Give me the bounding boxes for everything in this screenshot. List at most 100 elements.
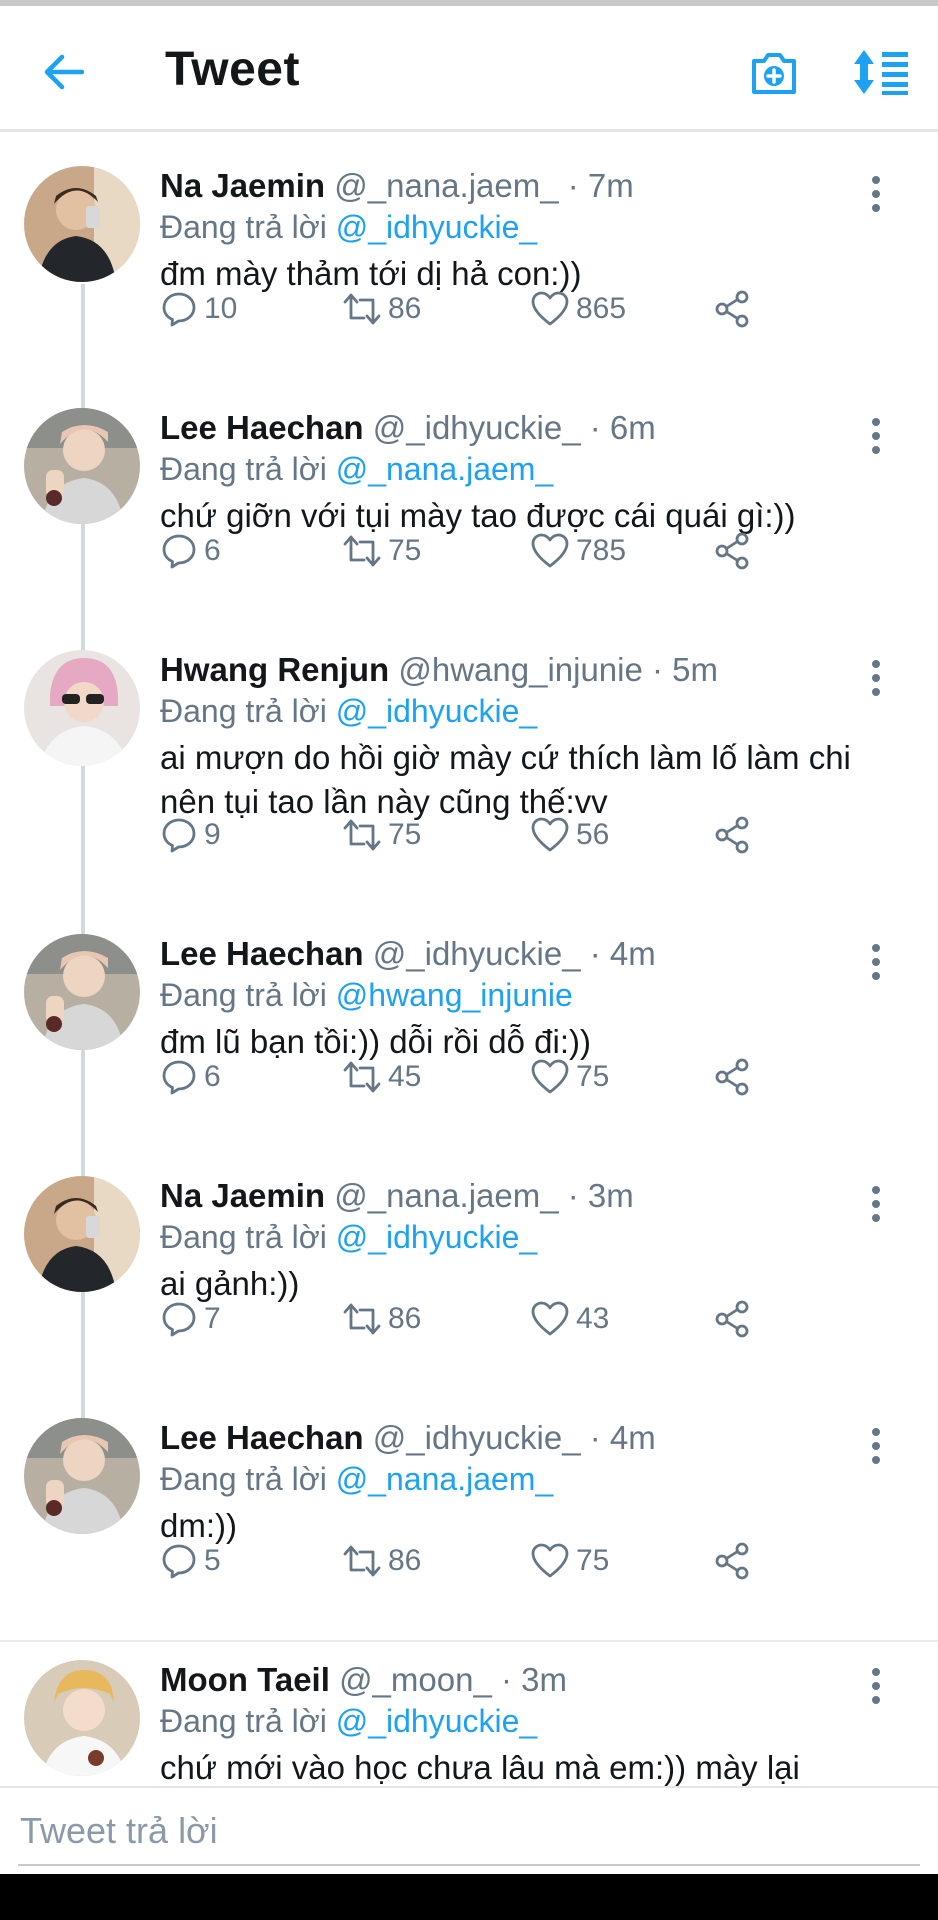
reply-button[interactable]: 9 — [160, 812, 221, 858]
reply-count: 7 — [204, 1302, 221, 1335]
sort-button[interactable] — [852, 46, 912, 98]
author-handle: @_nana.jaem_ · 7m — [334, 167, 634, 204]
author-name[interactable]: Lee Haechan — [160, 1419, 364, 1456]
replying-to-label: Đang trả lời — [160, 1219, 327, 1255]
retweet-button[interactable]: 75 — [342, 528, 421, 574]
reply-button[interactable]: 5 — [160, 1538, 221, 1584]
tweet-item[interactable]: Hwang Renjun @hwang_injunie · 5m Đang tr… — [0, 616, 938, 900]
tweet-content: Moon Taeil @_moon_ · 3m Đang trả lời @_i… — [160, 1660, 860, 1786]
more-vertical-icon — [872, 1668, 880, 1704]
arrow-left-icon — [44, 54, 85, 90]
share-button[interactable] — [712, 286, 752, 332]
avatar[interactable] — [24, 408, 140, 524]
camera-button[interactable] — [748, 46, 800, 98]
tweet-item[interactable]: Lee Haechan @_idhyuckie_ · 4m Đang trả l… — [0, 900, 938, 1142]
retweet-icon — [343, 293, 381, 325]
page-title: Tweet — [165, 43, 300, 96]
more-options-button[interactable] — [862, 1182, 890, 1226]
avatar[interactable] — [24, 1176, 140, 1292]
more-vertical-icon — [872, 176, 880, 212]
sort-icon — [854, 50, 908, 95]
author-handle: @_idhyuckie_ · 4m — [372, 935, 656, 972]
more-options-button[interactable] — [862, 1424, 890, 1468]
reply-button[interactable]: 10 — [160, 286, 237, 332]
tweet-actions: 6 75 785 — [160, 528, 760, 574]
author-name[interactable]: Moon Taeil — [160, 1661, 330, 1698]
tweet-item[interactable]: Na Jaemin @_nana.jaem_ · 7m Đang trả lời… — [0, 132, 938, 374]
like-button[interactable]: 75 — [530, 1054, 609, 1100]
reply-button[interactable]: 7 — [160, 1296, 221, 1342]
tweet-item[interactable]: Moon Taeil @_moon_ · 3m Đang trả lời @_i… — [0, 1640, 938, 1786]
tweet-actions: 5 86 75 — [160, 1538, 760, 1584]
tweet-actions: 9 75 56 — [160, 812, 760, 858]
reply-mention-link[interactable]: @_nana.jaem_ — [336, 1461, 554, 1497]
retweet-button[interactable]: 86 — [342, 1296, 421, 1342]
share-button[interactable] — [712, 528, 752, 574]
like-count: 75 — [576, 1060, 610, 1093]
author-name[interactable]: Lee Haechan — [160, 409, 364, 446]
reply-mention-link[interactable]: @_idhyuckie_ — [336, 693, 537, 729]
author-name[interactable]: Na Jaemin — [160, 167, 325, 204]
author-name[interactable]: Lee Haechan — [160, 935, 364, 972]
share-button[interactable] — [712, 812, 752, 858]
reply-input[interactable] — [18, 1800, 922, 1862]
more-vertical-icon — [872, 944, 880, 980]
retweet-icon — [343, 819, 381, 851]
tweet-item[interactable]: Na Jaemin @_nana.jaem_ · 3m Đang trả lời… — [0, 1142, 938, 1384]
retweet-button[interactable]: 86 — [342, 286, 421, 332]
more-options-button[interactable] — [862, 656, 890, 700]
more-options-button[interactable] — [862, 940, 890, 984]
avatar[interactable] — [24, 650, 140, 766]
reply-mention-link[interactable]: @_idhyuckie_ — [336, 209, 537, 245]
reply-mention-link[interactable]: @_nana.jaem_ — [336, 451, 554, 487]
heart-icon — [531, 533, 569, 568]
retweet-button[interactable]: 75 — [342, 812, 421, 858]
replying-to-label: Đang trả lời — [160, 209, 327, 245]
like-count: 56 — [576, 818, 610, 851]
retweet-count: 45 — [388, 1060, 422, 1093]
retweet-icon — [343, 1545, 381, 1577]
like-count: 43 — [576, 1302, 610, 1335]
share-button[interactable] — [712, 1054, 752, 1100]
like-button[interactable]: 56 — [530, 812, 609, 858]
author-handle: @_moon_ · 3m — [339, 1661, 567, 1698]
tweet-item[interactable]: Lee Haechan @_idhyuckie_ · 4m Đang trả l… — [0, 1384, 938, 1624]
more-options-button[interactable] — [862, 414, 890, 458]
reply-button[interactable]: 6 — [160, 1054, 221, 1100]
like-button[interactable]: 75 — [530, 1538, 609, 1584]
tweet-actions: 10 86 865 — [160, 286, 760, 332]
retweet-count: 86 — [388, 1302, 422, 1335]
tweet-item[interactable]: Lee Haechan @_idhyuckie_ · 6m Đang trả l… — [0, 374, 938, 616]
retweet-icon — [343, 1061, 381, 1093]
share-button[interactable] — [712, 1538, 752, 1584]
input-underline — [18, 1864, 920, 1866]
tweet-content: Lee Haechan @_idhyuckie_ · 6m Đang trả l… — [160, 408, 860, 538]
heart-icon — [531, 1059, 569, 1094]
like-button[interactable]: 785 — [530, 528, 626, 574]
author-name[interactable]: Na Jaemin — [160, 1177, 325, 1214]
app-header: Tweet — [0, 6, 938, 132]
retweet-button[interactable]: 45 — [342, 1054, 421, 1100]
avatar[interactable] — [24, 1660, 140, 1776]
more-options-button[interactable] — [862, 1664, 890, 1708]
author-name[interactable]: Hwang Renjun — [160, 651, 389, 688]
reply-mention-link[interactable]: @hwang_injunie — [336, 977, 573, 1013]
reply-button[interactable]: 6 — [160, 528, 221, 574]
share-button[interactable] — [712, 1296, 752, 1342]
share-icon — [715, 290, 749, 328]
like-button[interactable]: 865 — [530, 286, 626, 332]
retweet-button[interactable]: 86 — [342, 1538, 421, 1584]
avatar[interactable] — [24, 166, 140, 282]
reply-mention-link[interactable]: @_idhyuckie_ — [336, 1703, 537, 1739]
tweet-content: Lee Haechan @_idhyuckie_ · 4m Đang trả l… — [160, 1418, 860, 1548]
reply-mention-link[interactable]: @_idhyuckie_ — [336, 1219, 537, 1255]
like-button[interactable]: 43 — [530, 1296, 609, 1342]
reply-icon — [162, 1544, 196, 1579]
share-icon — [715, 1542, 749, 1580]
heart-icon — [531, 817, 569, 852]
avatar[interactable] — [24, 1418, 140, 1534]
back-button[interactable] — [38, 46, 90, 98]
avatar[interactable] — [24, 934, 140, 1050]
more-options-button[interactable] — [862, 172, 890, 216]
heart-icon — [531, 1301, 569, 1336]
